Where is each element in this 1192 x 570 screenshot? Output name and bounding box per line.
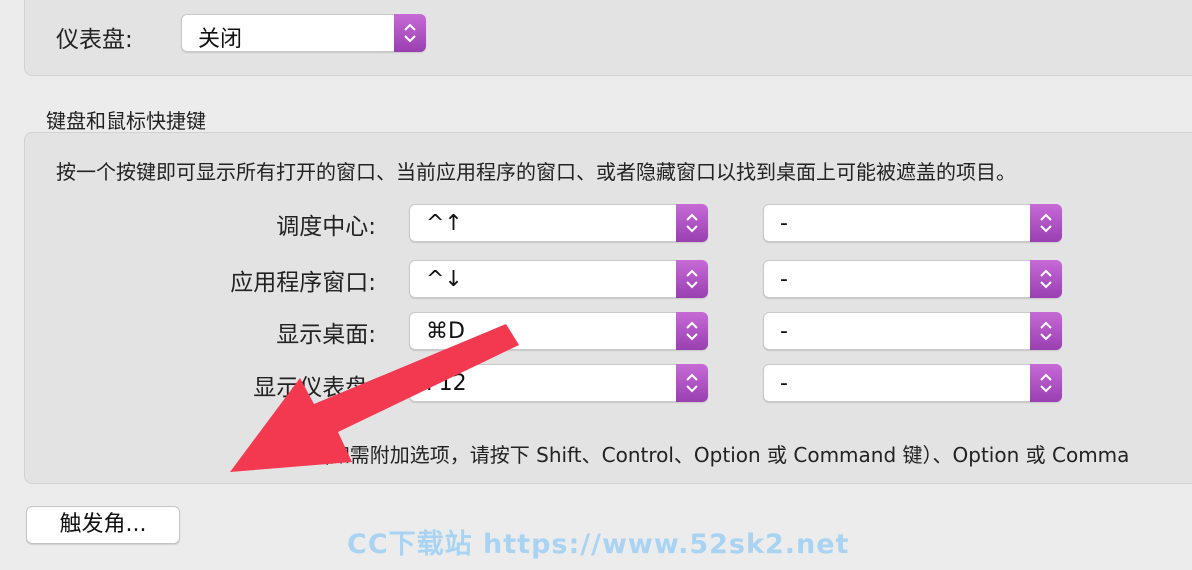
row-label-show-dashboard: 显示仪表盘: xyxy=(253,375,376,401)
chevron-updown-icon xyxy=(1030,204,1062,242)
app-windows-mouse-value: - xyxy=(780,267,788,292)
show-desktop-key-value: ⌘D xyxy=(426,319,465,344)
app-windows-key-value: ^↓ xyxy=(426,267,463,292)
show-dashboard-key-value: F12 xyxy=(426,371,467,396)
row-label-app-windows: 应用程序窗口: xyxy=(230,270,376,296)
chevron-updown-icon xyxy=(676,364,708,402)
show-dashboard-mouse-value: - xyxy=(780,371,788,396)
show-dashboard-mouse-popup[interactable]: - xyxy=(763,364,1062,402)
chevron-updown-icon xyxy=(1030,364,1062,402)
chevron-updown-icon xyxy=(1030,260,1062,298)
shortcuts-section-title: 键盘和鼠标快捷键 xyxy=(46,109,206,133)
chevron-updown-icon xyxy=(676,204,708,242)
show-desktop-key-popup[interactable]: ⌘D xyxy=(409,312,708,350)
chevron-updown-icon xyxy=(1030,312,1062,350)
shortcuts-description: 按一个按键即可显示所有打开的窗口、当前应用程序的窗口、或者隐藏窗口以找到桌面上可… xyxy=(56,160,1016,184)
app-windows-key-popup[interactable]: ^↓ xyxy=(409,260,708,298)
dashboard-value: 关闭 xyxy=(198,27,243,52)
chevron-updown-icon xyxy=(676,260,708,298)
row-label-mission-control: 调度中心: xyxy=(276,214,376,240)
row-label-show-desktop: 显示桌面: xyxy=(276,322,376,348)
show-desktop-mouse-popup[interactable]: - xyxy=(763,312,1062,350)
hot-corners-button[interactable]: 触发角... xyxy=(26,506,180,544)
modifier-footnote: (如需附加选项，请按下 Shift、Control、Option 或 Comma… xyxy=(322,443,1130,467)
mission-control-mouse-value: - xyxy=(780,211,788,236)
app-windows-mouse-popup[interactable]: - xyxy=(763,260,1062,298)
mission-control-mouse-popup[interactable]: - xyxy=(763,204,1062,242)
chevron-updown-icon xyxy=(676,312,708,350)
show-dashboard-key-popup[interactable]: F12 xyxy=(409,364,708,402)
mission-control-key-popup[interactable]: ^↑ xyxy=(409,204,708,242)
watermark-text: CC下载站 https://www.52sk2.net xyxy=(347,529,850,560)
chevron-updown-icon xyxy=(394,14,426,52)
dashboard-popup[interactable]: 关闭 xyxy=(181,14,426,52)
mission-control-key-value: ^↑ xyxy=(426,211,463,236)
show-desktop-mouse-value: - xyxy=(780,319,788,344)
dashboard-label: 仪表盘: xyxy=(56,27,133,53)
